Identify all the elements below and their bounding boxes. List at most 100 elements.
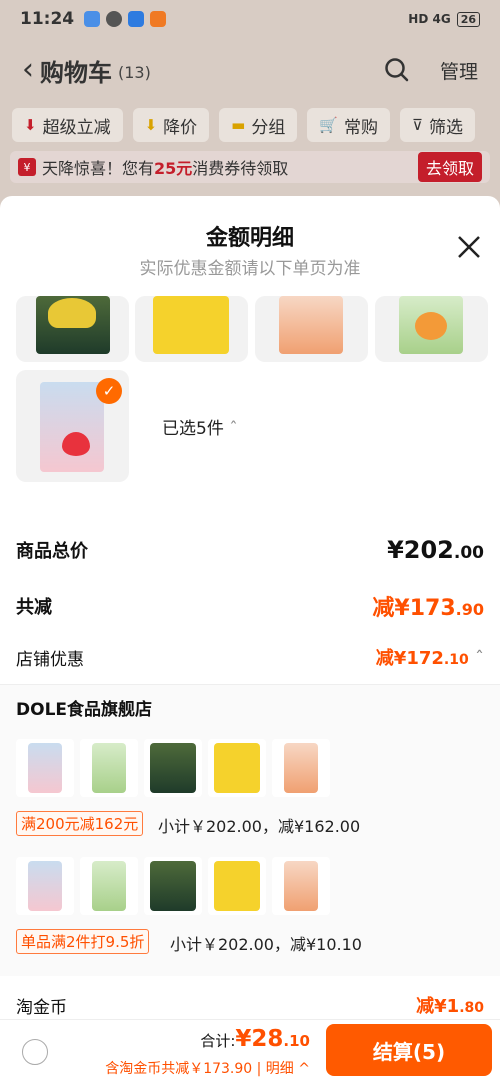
coin-value: 减¥1.80 <box>416 992 484 1018</box>
coin-int: 减¥1 <box>416 996 460 1017</box>
strawberry-image <box>62 432 90 456</box>
grand-total-dec: .10 <box>283 1032 310 1050</box>
filter-chip-super-discount[interactable]: ⬇ 超级立减 <box>12 108 123 142</box>
select-all-radio[interactable] <box>22 1039 48 1065</box>
grand-total-int: ¥28 <box>235 1026 284 1052</box>
product-package <box>214 743 260 793</box>
battery-indicator: 26 <box>456 11 480 27</box>
amount-detail-sheet: 金额明细 实际优惠金额请以下单页为准 ✓ 已选5件 ˆ 商品总价 ¥202.00… <box>0 196 500 1085</box>
filter-chip-frequent[interactable]: 🛒 常购 <box>307 108 391 142</box>
filter-chip-label: 筛选 <box>429 117 464 138</box>
total-price-dec: .00 <box>453 543 484 563</box>
selected-count-label: 已选5件 <box>162 419 224 439</box>
total-reduction-row: 共减 减¥173.90 <box>16 590 484 622</box>
product-mini-thumbnail <box>16 739 74 797</box>
shop-discount-row[interactable]: 店铺优惠 减¥172.10 ˆ <box>16 644 484 670</box>
total-reduction-int: 减¥173 <box>372 596 456 621</box>
total-reduction-dec: .90 <box>455 600 484 619</box>
claim-coupon-button[interactable]: 去领取 <box>417 152 482 182</box>
product-package <box>28 743 62 793</box>
selected-count[interactable]: 已选5件 ˆ <box>162 414 238 439</box>
grand-total-prefix: 合计: <box>200 1032 236 1050</box>
checkout-bar: 合计:¥28.10 含淘金币共减￥173.90 | 明细 ^ 结算(5) <box>0 1019 500 1085</box>
selected-check-icon: ✓ <box>96 378 122 404</box>
coupon-amount: 25元 <box>154 159 193 178</box>
filter-chip-label: 超级立减 <box>42 117 111 138</box>
coupon-text-b: 消费券待领取 <box>192 159 289 178</box>
discount-tag: 单品满2件打9.5折 <box>16 929 150 954</box>
product-package <box>92 861 126 911</box>
filter-chip-filter[interactable]: ⊽ 筛选 <box>400 108 476 142</box>
total-price-label: 商品总价 <box>16 541 88 562</box>
product-mini-thumbnail <box>208 857 266 915</box>
coupon-banner: ¥ 天降惊喜！您有 25元 消费券待领取 去领取 <box>10 151 490 183</box>
app-icon <box>84 11 101 27</box>
status-time: 11:24 <box>20 9 75 29</box>
chevron-up-icon: ˆ <box>475 648 484 669</box>
shop-name: DOLE食品旗舰店 <box>16 700 153 720</box>
shop-discount-detail: DOLE食品旗舰店 满200元减162元 小计￥202.00，减¥162.00 … <box>0 684 500 976</box>
price-drop-icon: ⬇ <box>144 116 158 134</box>
header-bar: ‹ 购物车 (13) 管理 <box>0 46 500 94</box>
filter-chip-label: 分组 <box>251 117 286 138</box>
grand-total: 合计:¥28.10 <box>200 1026 310 1052</box>
product-package <box>284 743 318 793</box>
shop-discount-dec: .10 <box>443 652 469 668</box>
sheet-subtitle: 实际优惠金额请以下单页为准 <box>139 259 361 279</box>
search-icon[interactable] <box>384 57 410 83</box>
grand-total-value: ¥28.10 <box>235 1026 310 1052</box>
filter-chip-price-drop[interactable]: ⬇ 降价 <box>132 108 210 142</box>
product-package <box>284 861 318 911</box>
cart-icon: 🛒 <box>319 116 339 134</box>
filter-chips: ⬇ 超级立减 ⬇ 降价 ▬ 分组 🛒 常购 ⊽ 筛选 <box>12 108 476 142</box>
status-app-icons <box>84 11 167 27</box>
signal-indicator: HD 4G <box>408 12 451 26</box>
product-mini-thumbnail <box>272 739 330 797</box>
cart-count: (13) <box>118 62 151 82</box>
shop-discount-label: 店铺优惠 <box>16 649 84 670</box>
folder-icon: ▬ <box>231 116 246 134</box>
product-package <box>279 296 343 354</box>
product-mini-thumbnail <box>144 857 202 915</box>
product-mini-thumbnail <box>144 739 202 797</box>
subtotal-text: 小计￥202.00，减¥10.10 <box>170 935 362 954</box>
page-title: 购物车 <box>40 58 112 87</box>
detail-toggle[interactable]: 含淘金币共减￥173.90 | 明细 ^ <box>105 1058 310 1078</box>
coupon-text-a: 天降惊喜！您有 <box>42 159 155 178</box>
total-price-row: 商品总价 ¥202.00 <box>16 536 484 564</box>
status-right: HD 4G 26 <box>408 11 480 27</box>
product-mini-thumbnail <box>80 739 138 797</box>
back-icon[interactable]: ‹ <box>22 55 34 85</box>
manage-button[interactable]: 管理 <box>440 57 478 84</box>
product-package <box>28 861 62 911</box>
banana-image <box>48 298 96 328</box>
product-thumbnail[interactable] <box>255 296 368 362</box>
product-package <box>150 861 196 911</box>
chevron-up-icon: ˆ <box>229 419 238 439</box>
product-package <box>153 296 229 354</box>
coin-dec: .80 <box>459 1000 484 1016</box>
total-price-int: ¥202 <box>387 536 454 564</box>
product-thumbnail[interactable] <box>16 296 129 362</box>
coin-row: 淘金币 减¥1.80 <box>16 992 484 1018</box>
total-price-value: ¥202.00 <box>387 536 484 564</box>
filter-chip-label: 常购 <box>344 117 379 138</box>
coupon-icon: ¥ <box>18 158 36 176</box>
product-package <box>40 382 104 472</box>
product-thumbnail[interactable] <box>375 296 488 362</box>
product-thumbnail[interactable] <box>135 296 248 362</box>
discount-tag: 满200元减162元 <box>16 811 144 836</box>
total-reduction-value: 减¥173.90 <box>372 590 484 622</box>
arrow-down-icon: ⬇ <box>24 116 37 134</box>
chat-icon <box>106 11 123 27</box>
shop-discount-int: 减¥172 <box>375 648 444 669</box>
peach-image <box>415 312 447 340</box>
checkout-button[interactable]: 结算(5) <box>326 1024 492 1076</box>
filter-chip-group[interactable]: ▬ 分组 <box>219 108 298 142</box>
sheet-title: 金额明细 <box>205 226 294 251</box>
app-icon <box>150 11 167 27</box>
close-icon[interactable] <box>456 234 482 260</box>
total-reduction-label: 共减 <box>16 597 52 618</box>
product-mini-thumbnail <box>272 857 330 915</box>
coin-label: 淘金币 <box>16 997 67 1018</box>
